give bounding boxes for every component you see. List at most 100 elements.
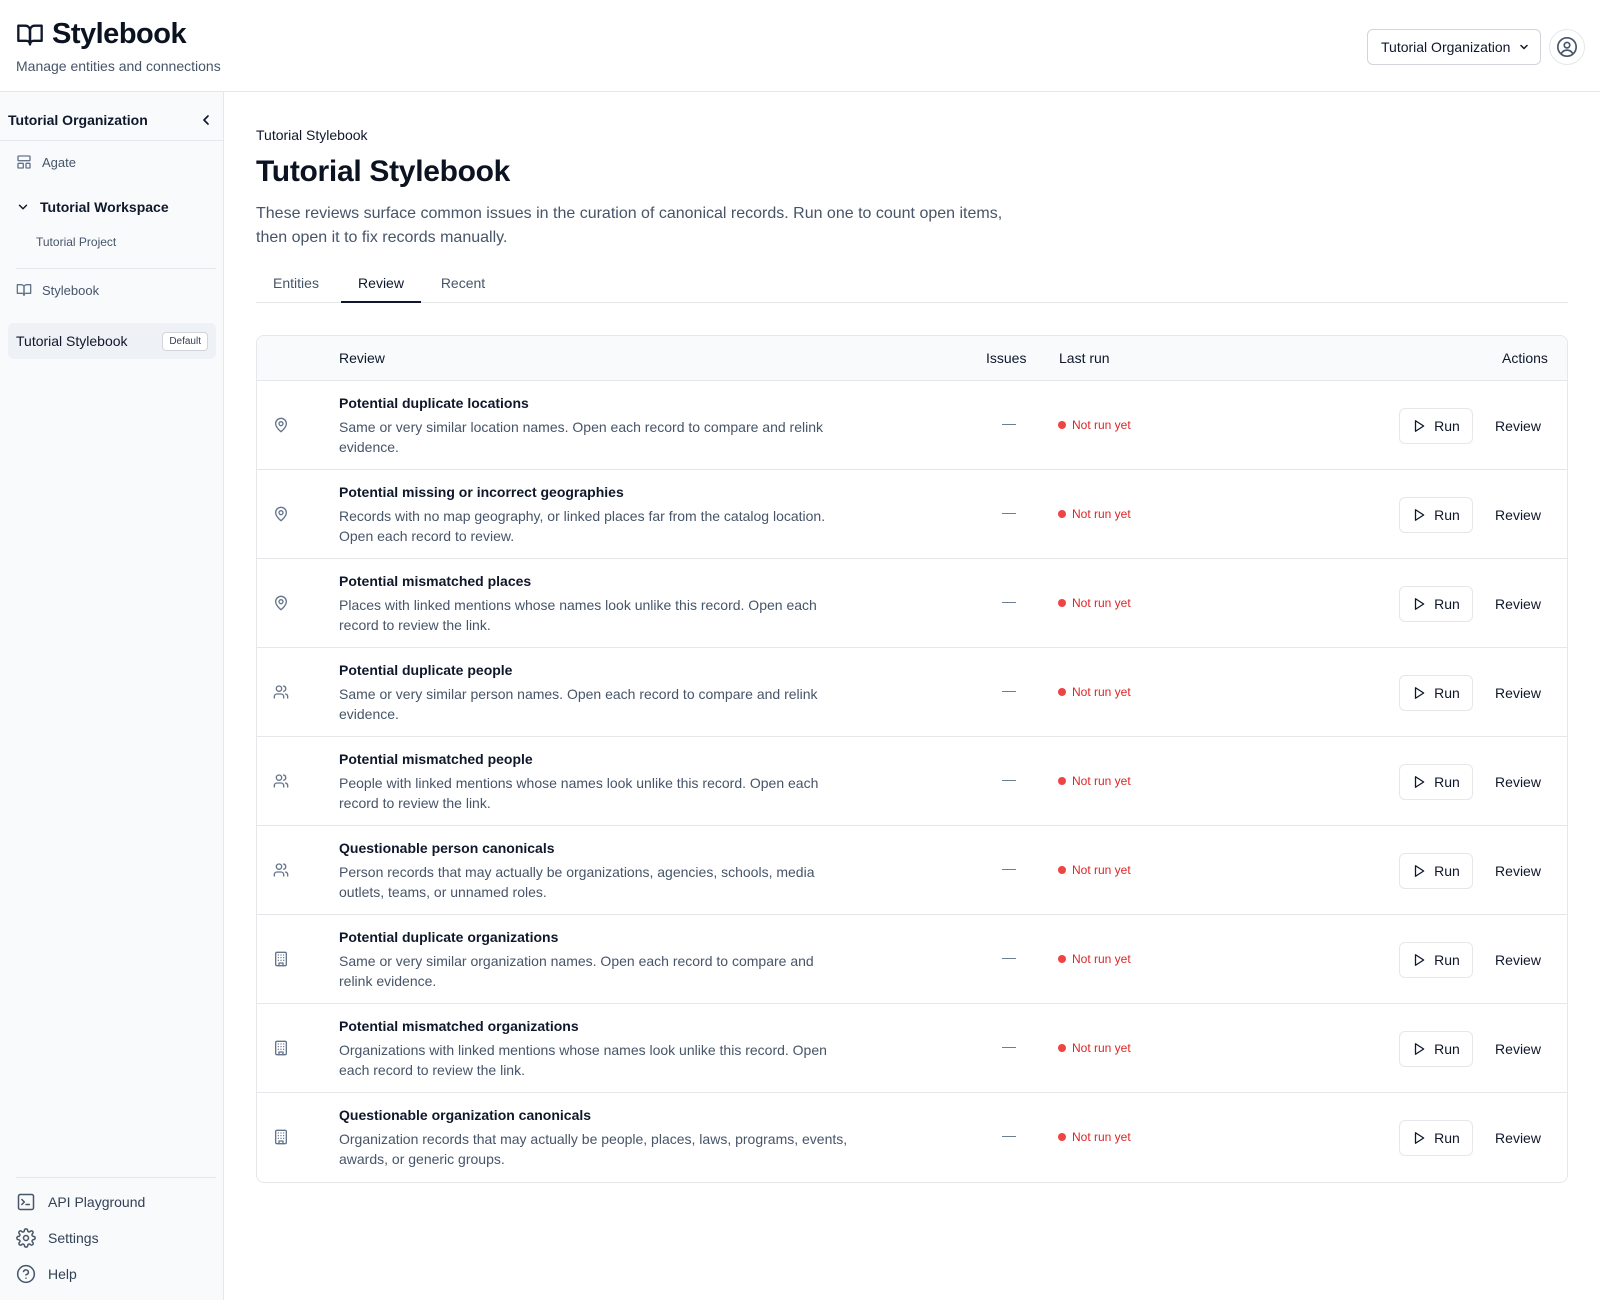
table-header: Review Issues Last run Actions [257, 336, 1567, 381]
run-button[interactable]: Run [1399, 497, 1473, 533]
map-pin-icon [273, 595, 291, 613]
sidebar-item-api-playground[interactable]: API Playground [16, 1192, 145, 1212]
sidebar-item-stylebook[interactable]: Stylebook [16, 282, 99, 298]
run-button[interactable]: Run [1399, 1031, 1473, 1067]
status-dot [1058, 510, 1066, 518]
review-description: Same or very similar location names. Ope… [339, 419, 823, 455]
table-body: Potential duplicate locations Same or ver… [257, 381, 1567, 1182]
collapse-sidebar-button[interactable] [196, 110, 216, 130]
issues-count: — [1002, 1127, 1016, 1143]
sidebar-item-label: Help [48, 1266, 77, 1282]
run-button-label: Run [1434, 596, 1460, 612]
run-button[interactable]: Run [1399, 408, 1473, 444]
users-icon [273, 862, 291, 880]
sidebar-divider [16, 268, 216, 269]
status-text: Not run yet [1072, 418, 1131, 432]
sidebar-item-label: Settings [48, 1230, 99, 1246]
status-text: Not run yet [1072, 1130, 1131, 1144]
issues-count: — [1002, 771, 1016, 787]
status-text: Not run yet [1072, 1041, 1131, 1055]
run-button-label: Run [1434, 418, 1460, 434]
breadcrumb: Tutorial Stylebook [256, 127, 368, 143]
column-header-last-run: Last run [1059, 350, 1110, 366]
status-dot [1058, 955, 1066, 963]
run-button[interactable]: Run [1399, 853, 1473, 889]
status-dot [1058, 421, 1066, 429]
review-description: Places with linked mentions whose names … [339, 597, 817, 633]
issues-count: — [1002, 949, 1016, 965]
play-icon [1412, 597, 1426, 611]
table-row: Questionable organization canonicals Orga… [257, 1093, 1567, 1182]
organization-select-value: Tutorial Organization [1381, 39, 1511, 55]
review-button[interactable]: Review [1483, 497, 1553, 533]
issues-count: — [1002, 593, 1016, 609]
run-button-label: Run [1434, 1041, 1460, 1057]
review-description: Same or very similar person names. Open … [339, 686, 818, 722]
sidebar-item-help[interactable]: Help [16, 1264, 77, 1284]
play-icon [1412, 419, 1426, 433]
review-title: Potential mismatched people [339, 751, 533, 767]
run-button[interactable]: Run [1399, 586, 1473, 622]
run-button[interactable]: Run [1399, 675, 1473, 711]
run-button[interactable]: Run [1399, 1120, 1473, 1156]
page-description: These reviews surface common issues in t… [256, 205, 1003, 246]
user-menu-button[interactable] [1549, 29, 1585, 65]
issues-count: — [1002, 504, 1016, 520]
tab-entities[interactable]: Entities [256, 268, 336, 303]
review-table: Review Issues Last run Actions Potential… [256, 335, 1568, 1183]
status-dot [1058, 866, 1066, 874]
sidebar-item-label: Agate [42, 154, 76, 170]
review-title: Questionable person canonicals [339, 840, 555, 856]
sidebar-item-settings[interactable]: Settings [16, 1228, 99, 1248]
review-button[interactable]: Review [1483, 942, 1553, 978]
table-row: Questionable person canonicals Person rec… [257, 826, 1567, 915]
run-button[interactable]: Run [1399, 942, 1473, 978]
review-button[interactable]: Review [1483, 1120, 1553, 1156]
last-run-status: Not run yet [1058, 1041, 1131, 1055]
review-button[interactable]: Review [1483, 1031, 1553, 1067]
column-header-actions: Actions [1502, 350, 1548, 366]
review-title: Questionable organization canonicals [339, 1107, 592, 1123]
sidebar-item-project[interactable]: Tutorial Project [36, 235, 116, 249]
play-icon [1412, 864, 1426, 878]
last-run-status: Not run yet [1058, 507, 1131, 521]
run-button-label: Run [1434, 774, 1460, 790]
column-header-review: Review [339, 350, 385, 366]
review-description: People with linked mentions whose names … [339, 775, 819, 811]
review-description: Organization records that may actually b… [339, 1131, 848, 1167]
status-dot [1058, 688, 1066, 696]
chevron-down-icon [16, 200, 30, 214]
issues-count: — [1002, 860, 1016, 876]
app-subtitle: Manage entities and connections [16, 58, 221, 74]
user-circle-icon [1556, 36, 1578, 58]
sidebar-item-tutorial-stylebook[interactable]: Tutorial Stylebook Default [8, 323, 216, 359]
sidebar-divider [0, 140, 224, 141]
sidebar-org-name: Tutorial Organization [8, 112, 148, 128]
organization-select[interactable]: Tutorial Organization [1367, 29, 1541, 65]
run-button[interactable]: Run [1399, 764, 1473, 800]
tab-review[interactable]: Review [341, 268, 421, 303]
sidebar-org-header: Tutorial Organization [8, 108, 216, 132]
review-description: Organizations with linked mentions whose… [339, 1042, 827, 1078]
review-button[interactable]: Review [1483, 764, 1553, 800]
table-row: Potential duplicate locations Same or ver… [257, 381, 1567, 470]
issues-count: — [1002, 1038, 1016, 1054]
tab-recent[interactable]: Recent [423, 268, 503, 303]
review-title: Potential duplicate locations [339, 395, 529, 411]
review-button[interactable]: Review [1483, 853, 1553, 889]
review-button[interactable]: Review [1483, 586, 1553, 622]
app-header: Stylebook Manage entities and connection… [0, 0, 1600, 92]
table-row: Potential missing or incorrect geographi… [257, 470, 1567, 559]
sidebar-item-agate[interactable]: Agate [16, 154, 76, 170]
review-button[interactable]: Review [1483, 675, 1553, 711]
sidebar-item-workspace[interactable]: Tutorial Workspace [16, 199, 169, 215]
play-icon [1412, 775, 1426, 789]
run-button-label: Run [1434, 685, 1460, 701]
map-pin-icon [273, 506, 291, 524]
review-button[interactable]: Review [1483, 408, 1553, 444]
book-open-icon [16, 282, 32, 298]
brand[interactable]: Stylebook [16, 18, 187, 51]
review-description: Same or very similar organization names.… [339, 953, 814, 989]
last-run-status: Not run yet [1058, 1130, 1131, 1144]
terminal-icon [16, 1192, 36, 1212]
